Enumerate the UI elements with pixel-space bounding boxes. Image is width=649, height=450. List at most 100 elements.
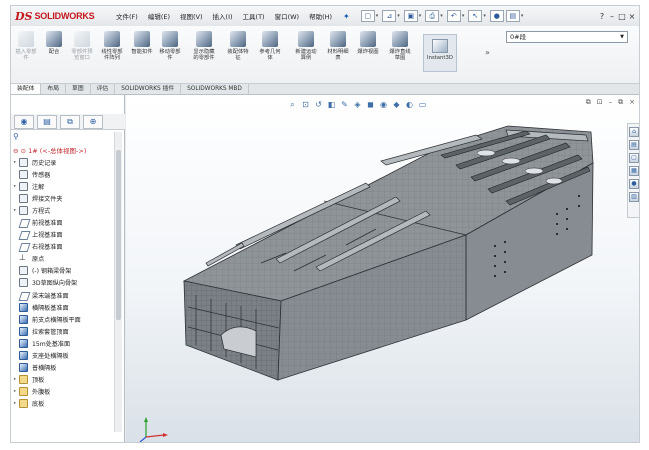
menu-view[interactable]: 视图(V): [175, 11, 208, 21]
button-label: 参考几何体: [259, 49, 281, 62]
menu-tools[interactable]: 工具(T): [238, 11, 270, 21]
tree-item-history[interactable]: ▸ 历史记录: [11, 156, 121, 168]
minimize-button[interactable]: –: [607, 12, 617, 21]
close-button[interactable]: ×: [627, 12, 637, 21]
tree-item-normal-diaphragm[interactable]: 普横隔板: [11, 362, 121, 374]
chevron-down-icon[interactable]: ▾: [462, 13, 465, 19]
maximize-button[interactable]: □: [617, 12, 627, 21]
chevron-down-icon[interactable]: ▾: [376, 13, 379, 19]
tree-item-diaphragm-plane[interactable]: 横隔板基准面: [11, 301, 121, 313]
tab-assembly[interactable]: 装配体: [11, 84, 42, 94]
tree-item-origin[interactable]: ⊥ 原点: [11, 253, 121, 265]
show-hidden-button[interactable]: 显示隐藏的零部件: [191, 31, 217, 77]
new-motion-study-button[interactable]: 新建运动算例: [293, 31, 319, 77]
reference-geometry-button[interactable]: 参考几何体: [257, 31, 283, 77]
ribbon-more-button[interactable]: »: [485, 48, 490, 57]
linear-pattern-button[interactable]: 线性零部件阵列: [99, 31, 125, 77]
dim-expert-icon[interactable]: ⊕: [83, 114, 103, 129]
configuration-manager-icon[interactable]: ⧉: [60, 114, 80, 129]
tree-item-15m-plane[interactable]: 15m处基准面: [11, 337, 121, 349]
feature-tree-scrollbar[interactable]: [114, 132, 122, 432]
tree-item-label: 原点: [32, 256, 45, 264]
exploded-view-button[interactable]: 爆炸视图: [355, 31, 381, 77]
tree-item-end-plane[interactable]: 梁末端基准面: [11, 289, 121, 301]
solidworks-logo[interactable]: DS SOLIDWORKS: [11, 10, 111, 23]
graphics-area[interactable]: ⌕ ⊡ ↺ ◧ ✎ ◈ ◼ ◉ ◆ ◐ ▭ ⧉ ⊡ – ⧉ × ⌂ ▤ ▢ ▦ …: [126, 95, 640, 443]
expand-icon[interactable]: ▸: [11, 377, 19, 382]
tree-item-outer-web[interactable]: ▸ 外腹板: [11, 386, 121, 398]
pin-menu-icon[interactable]: ✦: [343, 12, 350, 21]
assembly-feature-icon: [230, 31, 246, 47]
explode-line-sketch-button[interactable]: 爆炸直线草图: [387, 31, 413, 77]
instant3d-button[interactable]: Instant3D: [423, 34, 457, 72]
menu-insert[interactable]: 插入(I): [208, 11, 238, 21]
preview-window-button[interactable]: 零部件预览窗口: [69, 31, 95, 77]
expand-icon[interactable]: ▸: [11, 389, 19, 394]
sketch-icon: [19, 326, 28, 336]
help-button[interactable]: ?: [597, 12, 607, 21]
filter-icon[interactable]: ⚲: [13, 132, 19, 141]
chevron-down-icon[interactable]: ▾: [483, 13, 486, 19]
solidworks-window: DS SOLIDWORKS 文件(F) 编辑(E) 视图(V) 插入(I) 工具…: [10, 5, 640, 443]
open-icon[interactable]: ⊿: [382, 10, 397, 22]
sketch-icon: [19, 338, 28, 348]
tab-evaluate[interactable]: 评估: [91, 84, 116, 94]
feature-tree-icon[interactable]: ◉: [14, 114, 34, 129]
app-name: SOLIDWORKS: [34, 11, 95, 21]
tree-item-skeleton[interactable]: (-) 钢箱梁骨架: [11, 265, 121, 277]
button-label: 配合: [48, 49, 60, 55]
options-icon[interactable]: ▤: [505, 10, 520, 22]
tree-root[interactable]: ⊖ ⊙ 1# (<-总体视图->): [11, 145, 86, 155]
tab-sketch[interactable]: 草图: [66, 84, 91, 94]
chevron-down-icon[interactable]: ▾: [419, 13, 422, 19]
tree-item-sensors[interactable]: 传感器: [11, 168, 121, 180]
menu-window[interactable]: 窗口(W): [270, 11, 305, 21]
menu-file[interactable]: 文件(F): [111, 11, 143, 21]
chevron-down-icon[interactable]: ▾: [521, 13, 524, 19]
tree-item-weld-folder[interactable]: 焊接文件夹: [11, 192, 121, 204]
tree-item-label: 上视基准面: [32, 232, 63, 240]
bill-of-materials-button[interactable]: 材料明细表: [325, 31, 351, 77]
tree-item-3d-sketch[interactable]: 3D草图纵向骨架: [11, 277, 121, 289]
tree-item-bottom-plate[interactable]: ▸ 底板: [11, 398, 121, 410]
scrollbar-thumb[interactable]: [116, 150, 121, 320]
print-icon[interactable]: ⎙: [425, 10, 440, 22]
expand-icon[interactable]: ▸: [11, 160, 19, 165]
mate-button[interactable]: 配合: [41, 31, 67, 77]
chevron-down-icon[interactable]: ▾: [397, 13, 400, 19]
folder-icon: [19, 387, 28, 397]
tree-item-cable-sleeve-top[interactable]: 拉索套管顶面: [11, 325, 121, 337]
menu-edit[interactable]: 编辑(E): [143, 11, 175, 21]
menu-help[interactable]: 帮助(H): [304, 11, 337, 21]
insert-component-button[interactable]: 插入零部件: [13, 31, 39, 77]
chevron-down-icon[interactable]: ▾: [440, 13, 443, 19]
undo-icon[interactable]: ↶: [446, 10, 461, 22]
rebuild-icon[interactable]: ●: [489, 10, 504, 22]
tab-mbd[interactable]: SOLIDWORKS MBD: [181, 84, 249, 94]
tree-item-support-diaphragm[interactable]: 支座处横隔板: [11, 350, 121, 362]
move-component-button[interactable]: 移动零部件: [157, 31, 183, 77]
expand-icon[interactable]: ▸: [11, 208, 19, 213]
save-icon[interactable]: ▣: [403, 10, 418, 22]
tree-item-right-plane[interactable]: 右视基准面: [11, 241, 121, 253]
configuration-select[interactable]: 0#段 ▼: [506, 31, 628, 43]
tree-item-equations[interactable]: ▸ 方程式: [11, 204, 121, 216]
select-icon[interactable]: ↖: [468, 10, 483, 22]
tab-layout[interactable]: 布局: [41, 84, 67, 94]
smart-fastener-button[interactable]: 智能扣件: [129, 31, 155, 77]
tree-item-top-plane[interactable]: 上视基准面: [11, 229, 121, 241]
tree-item-front-plane[interactable]: 前视基准面: [11, 216, 121, 228]
tab-addins[interactable]: SOLIDWORKS 插件: [115, 84, 182, 94]
tree-item-top-plate[interactable]: ▸ 顶板: [11, 374, 121, 386]
quick-access-toolbar: ▢ ▾ ⊿ ▾ ▣ ▾ ⎙ ▾ ↶ ▾ ↖ ▾ ● ▤ ▾: [360, 10, 527, 22]
expand-icon[interactable]: ▸: [11, 401, 19, 406]
property-manager-icon[interactable]: ▤: [37, 114, 57, 129]
folder-icon: [19, 375, 28, 385]
tree-item-annotations[interactable]: ▸ 注解: [11, 180, 121, 192]
expand-icon[interactable]: ⊖: [13, 147, 18, 155]
new-icon[interactable]: ▢: [360, 10, 375, 22]
tree-item-front-support-plane[interactable]: 前支点横隔板平面: [11, 313, 121, 325]
steel-box-girder-model[interactable]: [126, 95, 640, 443]
expand-icon[interactable]: ▸: [11, 184, 19, 189]
assembly-feature-button[interactable]: 装配体特征: [225, 31, 251, 77]
